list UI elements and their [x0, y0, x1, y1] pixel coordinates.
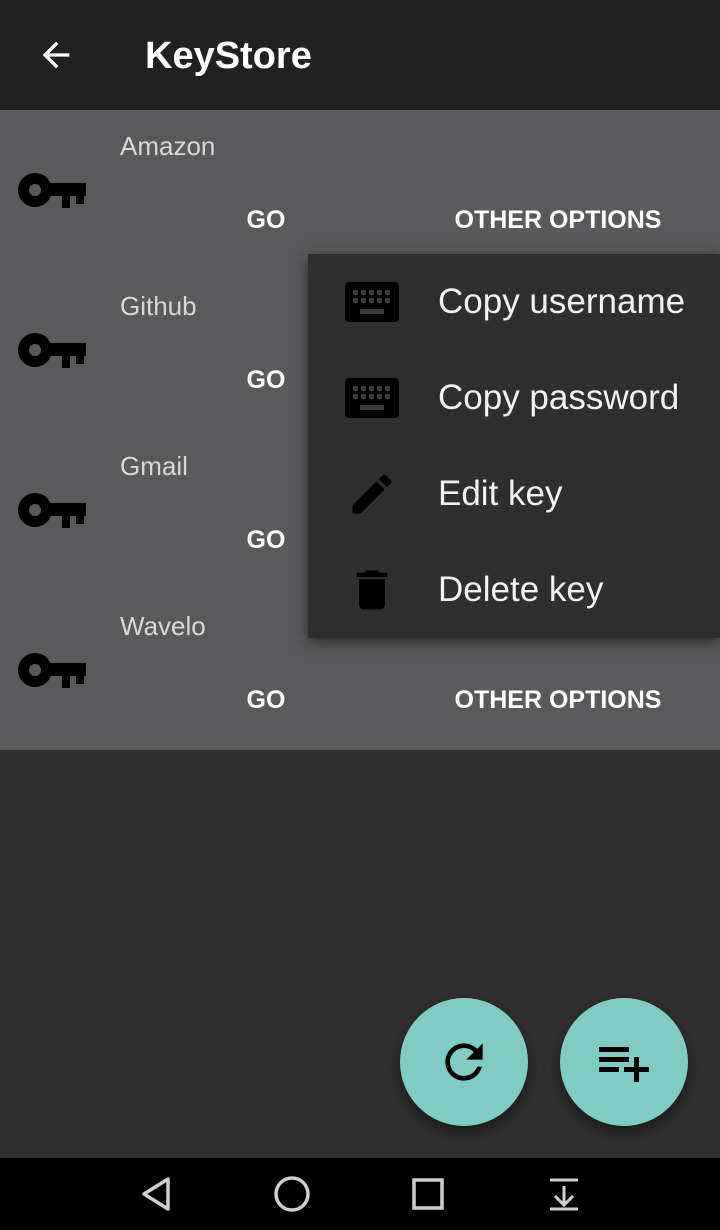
- back-button[interactable]: [24, 26, 88, 84]
- nav-recents-button[interactable]: [404, 1172, 452, 1216]
- refresh-icon: [445, 1043, 483, 1081]
- recents-square-icon: [412, 1178, 444, 1210]
- notifications-down-icon: [550, 1178, 578, 1211]
- go-button[interactable]: GO: [234, 680, 298, 720]
- go-button[interactable]: GO: [234, 520, 298, 560]
- pencil-icon: [344, 468, 400, 520]
- trash-icon: [344, 564, 400, 616]
- menu-item-copy-password[interactable]: Copy password: [308, 350, 720, 446]
- key-icon: [18, 173, 86, 208]
- refresh-button[interactable]: [400, 998, 528, 1126]
- menu-item-edit-key[interactable]: Edit key: [308, 446, 720, 542]
- menu-item-copy-username[interactable]: Copy username: [308, 254, 720, 350]
- options-popup-menu: Copy username Copy password Edit key Del…: [308, 254, 720, 638]
- entry-name: Gmail: [120, 451, 188, 481]
- key-icon: [18, 653, 86, 688]
- entry-name: Amazon: [120, 131, 216, 161]
- playlist-add-icon: [599, 1047, 649, 1082]
- nav-back-button[interactable]: [132, 1172, 180, 1216]
- keyboard-icon: [344, 276, 400, 328]
- go-button[interactable]: GO: [234, 200, 298, 240]
- other-options-button[interactable]: OTHER OPTIONS: [440, 200, 676, 240]
- app-bar: KeyStore: [0, 0, 720, 110]
- nav-notifications-button[interactable]: [540, 1172, 588, 1216]
- menu-item-label: Edit key: [438, 474, 563, 513]
- back-triangle-icon: [142, 1177, 170, 1211]
- other-options-button[interactable]: OTHER OPTIONS: [440, 680, 676, 720]
- key-icon: [18, 493, 86, 528]
- system-nav-bar: [0, 1158, 720, 1230]
- home-circle-icon: [274, 1176, 310, 1212]
- go-button[interactable]: GO: [234, 360, 298, 400]
- list-item: Amazon GO OTHER OPTIONS: [0, 110, 720, 270]
- menu-item-delete-key[interactable]: Delete key: [308, 542, 720, 638]
- nav-home-button[interactable]: [268, 1172, 316, 1216]
- entry-name: Github: [120, 291, 197, 321]
- menu-item-label: Copy password: [438, 378, 680, 417]
- key-icon: [18, 333, 86, 368]
- entry-name: Wavelo: [120, 611, 206, 641]
- menu-item-label: Copy username: [438, 282, 686, 321]
- menu-item-label: Delete key: [438, 570, 604, 609]
- add-key-button[interactable]: [560, 998, 688, 1126]
- keyboard-icon: [344, 372, 400, 424]
- page-title: KeyStore: [145, 35, 312, 77]
- arrow-back-icon: [42, 41, 70, 69]
